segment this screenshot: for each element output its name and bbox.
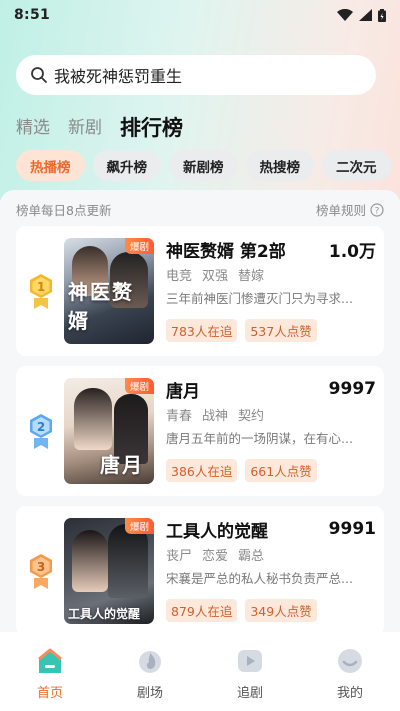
help-icon: ?: [370, 202, 384, 217]
drama-card[interactable]: 1 爆剧 神医赘婿 神医赘婿 第2部 1.0万 电竞 双强 替嫁 三年前神医门惨…: [16, 226, 384, 356]
rank-number: 3: [37, 560, 45, 574]
drama-stats: 386人在追 661人点赞: [166, 459, 376, 482]
drama-score: 1.0万: [328, 241, 376, 262]
poster-figure: [74, 388, 112, 450]
rules-link[interactable]: 榜单规则 ?: [316, 200, 384, 219]
rank-medal-icon: 1: [30, 274, 52, 309]
tab-featured[interactable]: 精选: [16, 114, 50, 142]
tag: 霸总: [238, 549, 265, 564]
drama-poster[interactable]: 爆剧 唐月: [64, 378, 154, 484]
poster-figure: [108, 524, 148, 598]
followers-count: 783人在追: [166, 319, 238, 342]
drama-score: 9991: [328, 519, 376, 539]
ranking-category-tabs: 热播榜 飙升榜 新剧榜 热搜榜 二次元: [16, 150, 391, 182]
nav-label: 追剧: [236, 686, 263, 701]
bottom-navigation: 首页 剧场 追剧 我的: [0, 632, 400, 711]
nav-label: 剧场: [136, 686, 163, 701]
hot-tag: 爆剧: [124, 378, 154, 394]
tag: 恋爱: [202, 549, 229, 564]
tag: 替嫁: [238, 269, 265, 284]
home-icon: [38, 648, 62, 673]
rules-label: 榜单规则: [315, 203, 366, 218]
rank-medal-icon: 2: [30, 414, 52, 449]
nav-profile[interactable]: 我的: [310, 646, 390, 711]
drama-poster[interactable]: 爆剧 工具人的觉醒: [64, 518, 154, 624]
profile-icon: [338, 649, 362, 673]
hot-tag: 爆剧: [124, 238, 154, 254]
main-tabs: 精选 新剧 排行榜: [16, 112, 183, 142]
status-icons: [337, 8, 386, 22]
drama-description: 唐月五年前的一场阴谋，在有心...: [166, 431, 353, 446]
drama-info: 唐月 9997 青春 战神 契约 唐月五年前的一场阴谋，在有心... 386人在…: [166, 376, 376, 482]
drama-stats: 879人在追 349人点赞: [166, 599, 376, 622]
subtab-hot[interactable]: 热播榜: [16, 150, 85, 181]
tag: 契约: [238, 409, 265, 424]
likes-count: 537人点赞: [245, 319, 317, 342]
drama-poster[interactable]: 爆剧 神医赘婿: [64, 238, 154, 344]
battery-icon: [378, 8, 386, 22]
signal-icon: [359, 9, 372, 21]
update-note: 榜单每日8点更新: [16, 203, 112, 218]
wifi-icon: [337, 9, 353, 21]
likes-count: 349人点赞: [245, 599, 317, 622]
rank-number: 2: [37, 420, 45, 434]
nav-label: 首页: [36, 686, 63, 701]
subtab-new[interactable]: 新剧榜: [169, 150, 238, 181]
nav-home[interactable]: 首页: [10, 646, 90, 711]
tag: 电竞: [166, 269, 193, 284]
poster-title: 唐月: [100, 453, 144, 477]
subtab-rising[interactable]: 飙升榜: [92, 150, 161, 181]
drama-title[interactable]: 唐月: [166, 377, 200, 402]
drama-description: 宋襄是严总的私人秘书负责严总...: [166, 571, 353, 586]
list-header: 榜单每日8点更新 榜单规则 ?: [16, 200, 384, 219]
followers-count: 386人在追: [166, 459, 238, 482]
play-icon: [238, 650, 262, 672]
tag: 青春: [166, 409, 193, 424]
search-bar[interactable]: [16, 55, 376, 95]
nav-label: 我的: [336, 686, 363, 701]
hot-tag: 爆剧: [124, 518, 154, 534]
drama-title[interactable]: 神医赘婿 第2部: [166, 237, 286, 262]
drama-title[interactable]: 工具人的觉醒: [166, 517, 268, 542]
tag: 双强: [202, 269, 229, 284]
drama-stats: 783人在追 537人点赞: [166, 319, 376, 342]
drama-description: 三年前神医门惨遭灭门只为寻求...: [166, 291, 353, 306]
subtab-anime[interactable]: 二次元: [322, 150, 391, 181]
tab-new-dramas[interactable]: 新剧: [68, 114, 102, 142]
drama-card[interactable]: 3 爆剧 工具人的觉醒 工具人的觉醒 9991 丧尸 恋爱 霸总 宋襄是严总的私…: [16, 506, 384, 632]
rank-number: 1: [37, 280, 45, 294]
ranking-list: 榜单每日8点更新 榜单规则 ? 1 爆剧 神医赘婿 神医赘婿 第2部 1.0万 …: [0, 190, 400, 632]
drama-tags: 电竞 双强 替嫁: [166, 265, 376, 284]
drama-info: 工具人的觉醒 9991 丧尸 恋爱 霸总 宋襄是严总的私人秘书负责严总... 8…: [166, 516, 376, 622]
search-icon: [30, 66, 48, 84]
tag: 战神: [202, 409, 229, 424]
drama-tags: 丧尸 恋爱 霸总: [166, 545, 376, 564]
followers-count: 879人在追: [166, 599, 238, 622]
drama-tags: 青春 战神 契约: [166, 405, 376, 424]
poster-title: 神医赘婿: [68, 280, 134, 333]
drama-score: 9997: [328, 379, 376, 399]
svg-text:?: ?: [375, 206, 380, 216]
status-time: 8:51: [14, 7, 51, 23]
poster-title: 工具人的觉醒: [68, 607, 141, 621]
nav-theater[interactable]: 剧场: [110, 646, 190, 711]
nav-following[interactable]: 追剧: [210, 646, 290, 711]
drama-card[interactable]: 2 爆剧 唐月 唐月 9997 青春 战神 契约 唐月五年前的一场阴谋，在有心.…: [16, 366, 384, 496]
likes-count: 661人点赞: [245, 459, 317, 482]
tag: 丧尸: [166, 549, 193, 564]
subtab-trending-search[interactable]: 热搜榜: [245, 150, 314, 181]
theater-icon: [139, 651, 161, 673]
poster-figure: [72, 530, 108, 592]
tab-rankings[interactable]: 排行榜: [120, 114, 183, 142]
drama-info: 神医赘婿 第2部 1.0万 电竞 双强 替嫁 三年前神医门惨遭灭门只为寻求...…: [166, 236, 376, 342]
rank-medal-icon: 3: [30, 554, 52, 589]
status-bar: 8:51: [0, 0, 400, 30]
search-input[interactable]: [54, 65, 354, 85]
